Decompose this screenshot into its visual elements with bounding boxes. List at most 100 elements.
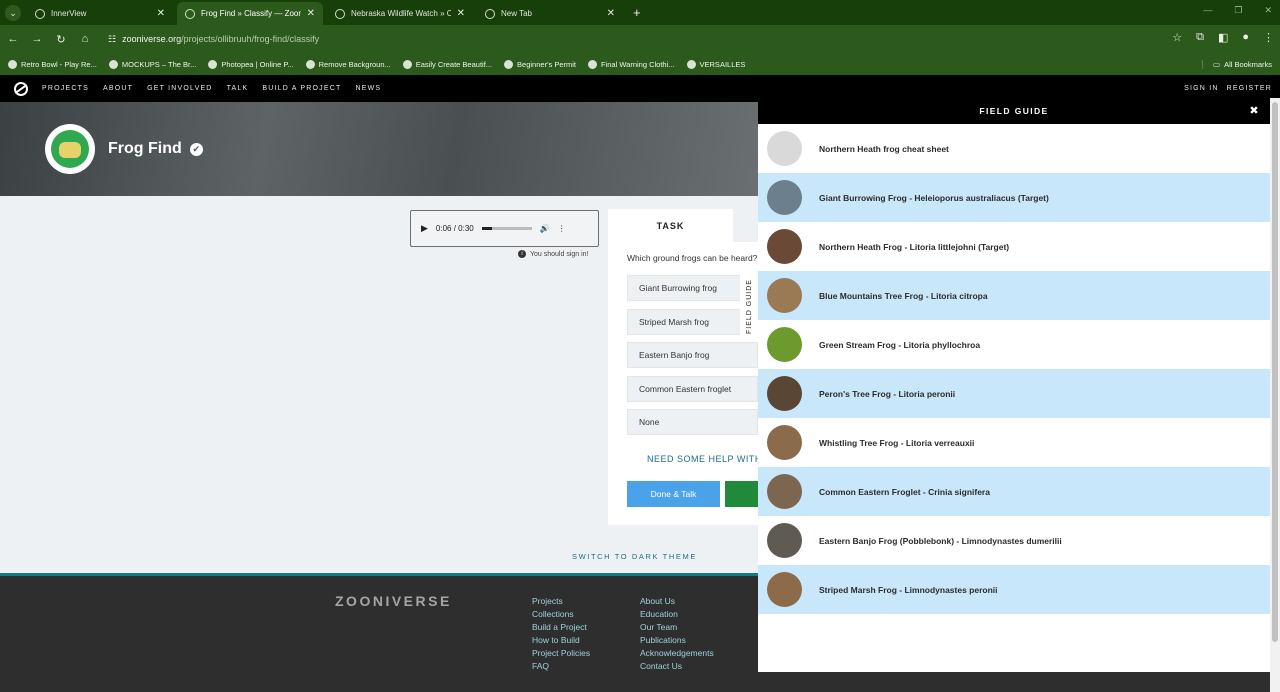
sign-in-link[interactable]: SIGN IN [1184, 85, 1218, 92]
browser-tab[interactable]: InnerView ✕ [27, 2, 173, 25]
sidepanel-icon[interactable]: ◧ [1218, 31, 1228, 44]
field-guide-item-label: Whistling Tree Frog - Litoria verreauxii [819, 437, 975, 448]
answer-option[interactable]: Striped Marsh frog [627, 309, 758, 335]
tab-search-icon[interactable]: ⌄ [5, 5, 21, 21]
new-tab-icon[interactable]: + [633, 5, 641, 20]
bookmark-favicon-icon [686, 59, 696, 69]
field-guide-item[interactable]: Common Eastern Froglet - Crinia signifer… [758, 467, 1270, 516]
field-guide-item[interactable]: Striped Marsh Frog - Limnodynastes peron… [758, 565, 1270, 614]
bookmark-item[interactable]: Beginner's Permit [504, 59, 576, 69]
tab-favicon-icon [185, 8, 195, 19]
folder-icon: ▭ [1212, 59, 1221, 69]
browser-tab[interactable]: Nebraska Wildlife Watch » Classify ✕ [327, 2, 473, 25]
footer-link[interactable]: Build a Project [532, 623, 590, 632]
field-guide-thumbnail [767, 131, 802, 166]
bookmark-item[interactable]: MOCKUPS – The Br... [108, 59, 196, 69]
footer-link[interactable]: Publications [640, 636, 714, 645]
play-icon[interactable]: ▶ [421, 223, 428, 234]
bookmark-item[interactable]: Remove Backgroun... [305, 59, 391, 69]
window-close-icon[interactable]: ✕ [1264, 5, 1272, 16]
bookmark-item[interactable]: VERSAILLES [686, 59, 745, 69]
project-avatar[interactable] [45, 124, 95, 174]
footer-col-2: About Us Education Our Team Publications… [640, 597, 714, 671]
verified-check-icon: ✔ [189, 142, 203, 156]
answer-option[interactable]: Giant Burrowing frog [627, 275, 758, 301]
nav-get-involved[interactable]: GET INVOLVED [147, 85, 213, 92]
field-guide-item[interactable]: Green Stream Frog - Litoria phyllochroa [758, 320, 1270, 369]
bookmark-item[interactable]: Final Warning Clothi... [588, 59, 675, 69]
field-guide-item-label: Northern Heath frog cheat sheet [819, 143, 949, 154]
menu-icon[interactable]: ⋮ [1263, 31, 1274, 44]
footer-link[interactable]: Project Policies [532, 649, 590, 658]
zooniverse-logo-icon[interactable] [14, 81, 28, 96]
footer-link[interactable]: Contact Us [640, 662, 714, 671]
scrollbar[interactable] [1270, 98, 1280, 692]
close-icon[interactable]: ✖ [1249, 104, 1260, 117]
tab-tutorial[interactable] [733, 209, 758, 242]
done-button[interactable] [725, 481, 758, 507]
reload-icon[interactable]: ↻ [50, 33, 72, 46]
footer-link[interactable]: Collections [532, 610, 590, 619]
bookmark-favicon-icon [108, 59, 118, 69]
field-guide-item[interactable]: Eastern Banjo Frog (Pobblebonk) - Limnod… [758, 516, 1270, 565]
minimize-icon[interactable]: — [1203, 5, 1212, 16]
bookmark-item[interactable]: Retro Bowl - Play Re... [8, 59, 97, 69]
tab-close-icon[interactable]: ✕ [157, 8, 165, 19]
footer-link[interactable]: FAQ [532, 662, 590, 671]
register-link[interactable]: REGISTER [1227, 85, 1272, 92]
answer-option[interactable]: None [627, 409, 758, 435]
footer-link[interactable]: Acknowledgements [640, 649, 714, 658]
switch-dark-theme[interactable]: SWITCH TO DARK THEME [572, 552, 697, 561]
done-talk-button[interactable]: Done & Talk [627, 481, 720, 507]
back-icon[interactable]: ← [2, 33, 24, 45]
home-icon[interactable]: ⌂ [74, 33, 96, 45]
tab-task[interactable]: TASK [608, 209, 733, 242]
profile-icon[interactable]: ● [1242, 31, 1249, 44]
nav-about[interactable]: ABOUT [103, 85, 133, 92]
answer-option[interactable]: Common Eastern froglet [627, 376, 758, 402]
field-guide-item[interactable]: Northern Heath Frog - Litoria littlejohn… [758, 222, 1270, 271]
extensions-icon[interactable]: ⧉ [1196, 31, 1204, 44]
browser-tab[interactable]: New Tab ✕ [477, 2, 623, 25]
maximize-icon[interactable]: ❐ [1234, 5, 1242, 16]
volume-icon[interactable]: 🔊 [540, 224, 550, 233]
bookmark-item[interactable]: Easily Create Beautif... [402, 59, 492, 69]
nav-projects[interactable]: PROJECTS [42, 85, 89, 92]
audio-progress-track[interactable] [481, 227, 532, 230]
field-guide-panel: FIELD GUIDE ✖ Northern Heath frog cheat … [758, 98, 1270, 672]
field-guide-item[interactable]: Peron's Tree Frog - Litoria peronii [758, 369, 1270, 418]
site-info-icon[interactable]: ☷ [108, 34, 116, 45]
bookmark-star-icon[interactable]: ☆ [1172, 31, 1182, 44]
field-guide-item[interactable]: Whistling Tree Frog - Litoria verreauxii [758, 418, 1270, 467]
scrollbar-thumb[interactable] [1272, 102, 1278, 642]
field-guide-item[interactable]: Blue Mountains Tree Frog - Litoria citro… [758, 271, 1270, 320]
nav-talk[interactable]: TALK [227, 85, 249, 92]
tab-title: InnerView [51, 9, 87, 18]
field-guide-item[interactable]: Northern Heath frog cheat sheet [758, 124, 1270, 173]
audio-more-icon[interactable]: ⋮ [558, 224, 566, 233]
footer-link[interactable]: Our Team [640, 623, 714, 632]
field-guide-tab[interactable]: FIELD GUIDE [740, 270, 758, 342]
footer-link[interactable]: How to Build [532, 636, 590, 645]
nav-news[interactable]: NEWS [355, 85, 381, 92]
tab-close-icon[interactable]: ✕ [457, 8, 465, 19]
audio-player[interactable]: ▶ 0:06 / 0:30 🔊 ⋮ [410, 210, 599, 247]
need-help-link[interactable]: NEED SOME HELP WITH THIS TASK? [647, 454, 758, 464]
field-guide-item[interactable]: Giant Burrowing Frog - Heleioporus austr… [758, 173, 1270, 222]
project-title: Frog Find ✔ [108, 140, 203, 158]
tab-close-icon[interactable]: ✕ [307, 8, 315, 19]
all-bookmarks[interactable]: ▭ All Bookmarks [1201, 59, 1272, 69]
task-question: Which ground frogs can be heard? [627, 253, 758, 263]
forward-icon[interactable]: → [26, 33, 48, 45]
footer-link[interactable]: About Us [640, 597, 714, 606]
footer-logo[interactable]: ZOONIVERSE [335, 593, 452, 609]
field-guide-thumbnail [767, 180, 802, 215]
footer-link[interactable]: Projects [532, 597, 590, 606]
tab-close-icon[interactable]: ✕ [607, 8, 615, 19]
address-bar[interactable]: ☷ zooniverse.org/projects/ollibruuh/frog… [108, 34, 319, 45]
footer-link[interactable]: Education [640, 610, 714, 619]
nav-build-a-project[interactable]: BUILD A PROJECT [262, 85, 341, 92]
answer-option[interactable]: Eastern Banjo frog [627, 342, 758, 368]
bookmark-item[interactable]: Photopea | Online P... [208, 59, 294, 69]
browser-tab-active[interactable]: Frog Find » Classify — Zooniverse ✕ [177, 2, 323, 25]
